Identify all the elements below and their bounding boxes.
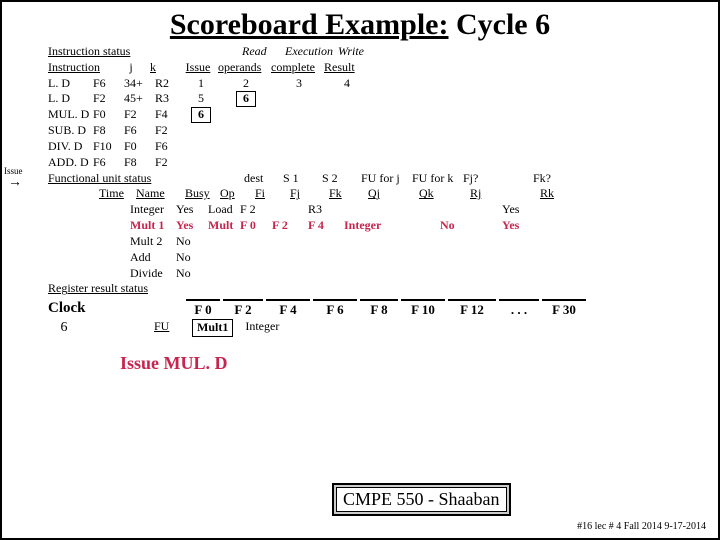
ins-row: SUB. D F8 F6 F2 — [48, 123, 698, 139]
ins-row: MUL. D F0 F2 F4 6 — [48, 107, 698, 123]
hdr-instr-status: Instruction status — [48, 44, 166, 60]
hdr-exec: Execution — [285, 44, 335, 60]
hdr-issue: Issue — [181, 60, 215, 76]
fu-row: Mult 2No — [48, 234, 698, 250]
ins-row: L. D F6 34+ R2 1 2 3 4 — [48, 76, 698, 92]
ins-row: L. D F2 45+ R3 5 6 — [48, 91, 698, 107]
fu-row: AddNo — [48, 250, 698, 266]
hdr-complete: complete — [271, 60, 321, 76]
hdr-fu-status: Functional unit status — [48, 171, 178, 187]
hdr-write: Write — [338, 44, 378, 60]
issue-box: 6 — [191, 107, 211, 122]
clock-row: Clock F 0 F 2 F 4 F 6 F 8 F 10 F 12 . . … — [48, 299, 698, 319]
hdr-j: j — [115, 60, 147, 76]
fu-row: IntegerYesLoadF 2R3Yes — [48, 202, 698, 218]
slide: Scoreboard Example: Cycle 6 Issue → Inst… — [0, 0, 720, 540]
hdr-instruction: Instruction — [48, 60, 112, 76]
read-box: 6 — [236, 91, 256, 106]
hdr-read: Read — [242, 44, 282, 60]
hdr-result: Result — [324, 60, 364, 76]
slide-title: Scoreboard Example: Cycle 6 — [2, 2, 718, 44]
action-text: Issue MUL. D — [48, 338, 698, 376]
hdr-operands: operands — [218, 60, 268, 76]
ins-row: DIV. D F10 F0 F6 — [48, 139, 698, 155]
ins-row: ADD. D F6 F8 F2 — [48, 155, 698, 171]
subfooter: #16 lec # 4 Fall 2014 9-17-2014 — [577, 521, 706, 532]
hdr-reg-status: Register result status — [48, 281, 148, 297]
reg-row: 6 FU Mult1 Integer — [48, 319, 698, 337]
content: Instruction status Read Execution Write … — [2, 44, 718, 375]
fu-row: Mult 1YesMultF 0F 2F 4IntegerNoYes — [48, 218, 698, 234]
hdr-k: k — [150, 60, 178, 76]
fu-row: DivideNo — [48, 266, 698, 282]
footer: CMPE 550 - Shaaban — [332, 483, 511, 516]
reg-val-f0: Mult1 — [192, 319, 233, 337]
